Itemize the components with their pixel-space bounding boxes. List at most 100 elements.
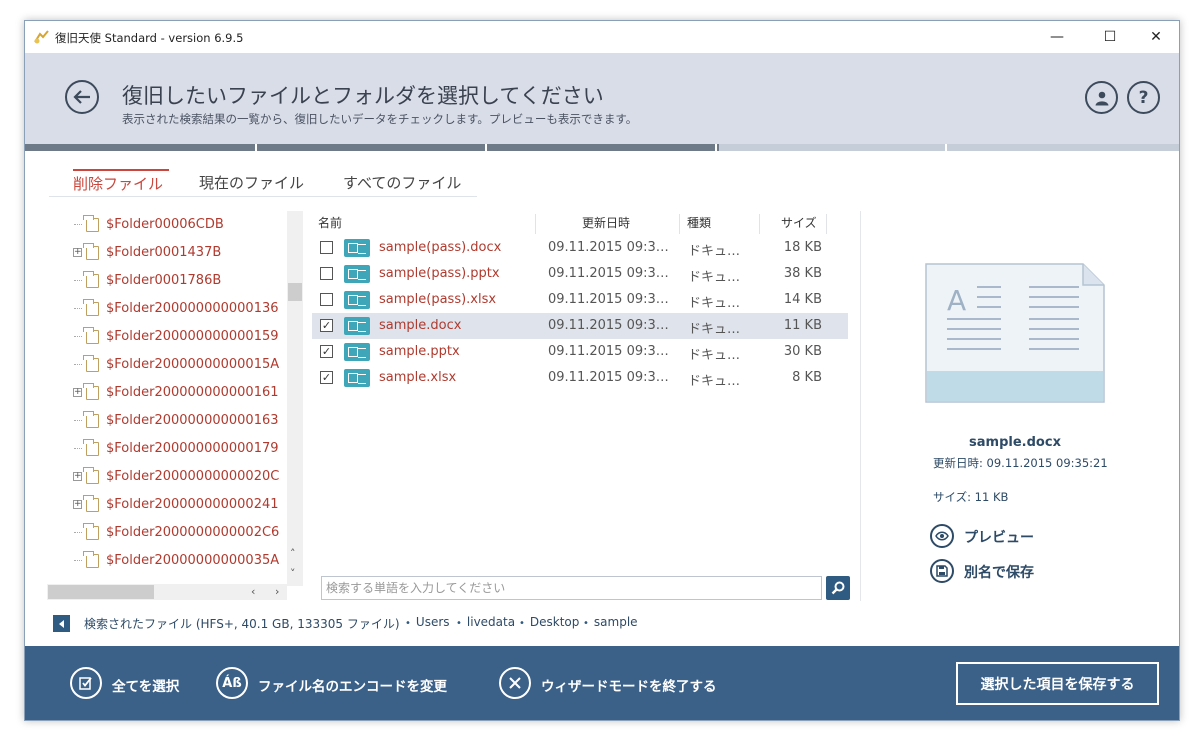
column-header-type[interactable]: 種類 [687,211,711,235]
document-icon [344,369,370,387]
tree-item[interactable]: $Folder00006CDB [49,211,301,239]
file-checkbox[interactable] [320,267,333,280]
folder-icon [83,327,99,344]
tree-item-label: $Folder20000000000015A [106,357,280,372]
tree-item-label: $Folder200000000000241 [106,497,279,512]
breadcrumb-item[interactable]: sample [583,615,638,629]
file-size: 38 KB [783,266,822,281]
document-icon [344,239,370,257]
tab-all-files[interactable]: すべてのファイル [343,169,461,197]
tab-current-files[interactable]: 現在のファイル [199,169,304,197]
progress-step-divider [715,144,717,151]
file-date: 09.11.2015 09:3… [548,266,669,281]
file-checkbox[interactable]: ✓ [320,371,333,384]
tree-item[interactable]: $Folder20000000000015A [49,351,301,379]
tree-item[interactable]: $Folder200000000000179 [49,435,301,463]
collapse-button[interactable] [53,615,70,632]
file-type: ドキュ… [688,296,741,311]
tree-connector [74,308,82,309]
save-selected-button[interactable]: 選択した項目を保存する [956,662,1159,705]
tree-item[interactable]: + $Folder0001437B [49,239,301,267]
column-divider[interactable] [759,214,760,234]
column-header-name[interactable]: 名前 [318,211,342,235]
file-type: ドキュ… [688,374,741,389]
close-circle-icon [509,677,521,689]
file-name: sample(pass).docx [379,240,502,255]
breadcrumb-item[interactable]: livedata [456,615,515,629]
file-date: 09.11.2015 09:3… [548,292,669,307]
encoding-icon: Áß [216,667,248,699]
file-row[interactable]: sample(pass).pptx 09.11.2015 09:3… ドキュ… 38 … [312,261,848,287]
breadcrumb-item[interactable]: Desktop [519,615,580,629]
file-row[interactable]: sample(pass).xlsx 09.11.2015 09:3… ドキュ… 14 … [312,287,848,313]
search-button[interactable] [826,576,850,600]
scrollbar-thumb[interactable] [288,283,302,301]
file-row[interactable]: ✓ sample.xlsx 09.11.2015 09:3… ドキュ… 8 KB [312,365,848,391]
close-button[interactable]: ✕ [1133,21,1179,53]
footer-toolbar: 全てを選択 Áß ファイル名のエンコードを変更 ウィザードモードを終了する 選択… [25,646,1179,720]
tree-item[interactable]: + $Folder200000000000161 [49,379,301,407]
file-checkbox[interactable] [320,241,333,254]
tree-horizontal-scrollbar[interactable]: ‹ › [47,584,287,600]
scroll-up-icon[interactable]: ˄ [290,547,296,560]
file-list: 名前 更新日時 種類 サイズ sample(pass).docx 09.11.20… [312,211,852,571]
file-checkbox[interactable]: ✓ [320,345,333,358]
tree-item[interactable]: $Folder2000000000002C6 [49,519,301,547]
back-button[interactable] [65,80,99,114]
column-header-date[interactable]: 更新日時 [582,211,630,235]
page-title: 復旧したいファイルとフォルダを選択してください [122,84,604,108]
expand-icon[interactable]: + [73,500,82,509]
help-icon: ? [1138,87,1149,108]
tree-item[interactable]: $Folder0001786B [49,267,301,295]
maximize-button[interactable]: ☐ [1087,21,1133,53]
save-as-label: 別名で保存 [964,565,1034,581]
tree-item[interactable]: + $Folder200000000000241 [49,491,301,519]
column-divider[interactable] [679,214,680,234]
scrollbar-thumb[interactable] [48,585,154,599]
select-all-icon [79,677,92,690]
expand-icon[interactable]: + [73,248,82,257]
folder-tree: $Folder00006CDB + $Folder0001437B $Folder00… [49,211,301,586]
file-row[interactable]: ✓ sample.docx 09.11.2015 09:3… ドキュ… 11 KB [312,313,848,339]
eye-icon-wrap [930,524,954,548]
progress-fill [25,144,719,151]
file-category-tabs: 削除ファイル 現在のファイル すべてのファイル [49,169,477,197]
file-row[interactable]: sample(pass).docx 09.11.2015 09:3… ドキュ… 18 … [312,235,848,261]
scroll-down-icon[interactable]: ˅ [290,567,296,580]
scroll-left-icon[interactable]: ‹ [251,585,255,598]
file-row[interactable]: ✓ sample.pptx 09.11.2015 09:3… ドキュ… 30 KB [312,339,848,365]
select-all-icon-wrap [70,667,102,699]
column-divider[interactable] [535,214,536,234]
breadcrumb-item[interactable]: Users [405,615,450,629]
file-name: sample(pass).pptx [379,266,500,281]
file-checkbox[interactable] [320,293,333,306]
tree-item[interactable]: $Folder200000000000159 [49,323,301,351]
column-header-size[interactable]: サイズ [781,211,817,235]
column-divider[interactable] [826,214,827,234]
tree-item[interactable]: + $Folder20000000000020C [49,463,301,491]
search-input[interactable]: 検索する単語を入力してください [321,576,822,600]
file-checkbox[interactable]: ✓ [320,319,333,332]
help-button[interactable]: ? [1127,81,1160,114]
title-bar: 復旧天使 Standard - version 6.9.5 — ☐ ✕ [25,21,1179,53]
tab-deleted-files[interactable]: 削除ファイル [73,169,169,197]
expand-icon[interactable]: + [73,472,82,481]
expand-icon[interactable]: + [73,388,82,397]
tree-item[interactable]: $Folder200000000000136 [49,295,301,323]
file-name: sample.docx [379,318,462,333]
tree-connector [74,336,82,337]
wizard-header: 復旧したいファイルとフォルダを選択してください 表示された検索結果の一覧から、復… [25,53,1179,144]
tree-item-label: $Folder2000000000002C6 [106,525,280,540]
tree-connector [74,532,82,533]
tree-vertical-scrollbar[interactable]: ˄ ˅ [287,211,303,586]
tree-item[interactable]: $Folder20000000000035A [49,547,301,575]
minimize-button[interactable]: — [1034,21,1080,53]
svg-text:A: A [947,284,966,317]
folder-icon [83,495,99,512]
scroll-right-icon[interactable]: › [275,585,279,598]
tree-item[interactable]: $Folder200000000000163 [49,407,301,435]
progress-step-divider [945,144,947,151]
user-button[interactable] [1085,81,1118,114]
file-date: 09.11.2015 09:3… [548,370,669,385]
tree-item-label: $Folder200000000000161 [106,385,279,400]
